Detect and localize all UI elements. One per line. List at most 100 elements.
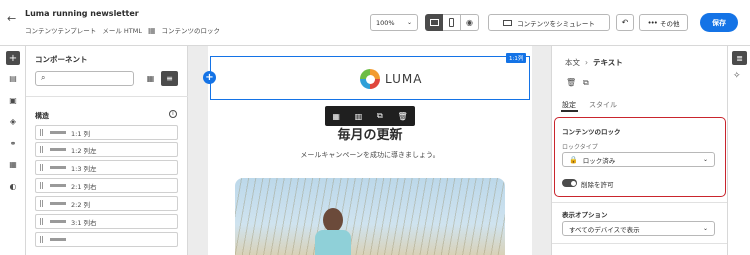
structure-item-2-1-right[interactable]: 2:1 列右 xyxy=(35,178,178,193)
page-title: Luma running newsletter xyxy=(25,9,139,18)
display-options-title: 表示オプション xyxy=(562,211,608,219)
tab-style[interactable]: スタイル xyxy=(589,100,617,110)
hero-grass xyxy=(235,178,505,255)
desktop-view-button[interactable] xyxy=(425,14,443,31)
layers-icon[interactable]: ◈ xyxy=(6,114,20,128)
undo-icon: ↶ xyxy=(621,18,629,27)
luma-logo-text: LUMA xyxy=(385,72,423,86)
back-arrow-icon[interactable]: ← xyxy=(7,12,16,25)
toggle-knob xyxy=(571,180,576,186)
add-component-button[interactable]: + xyxy=(6,51,20,65)
simulate-content-button[interactable]: コンテンツをシミュレート xyxy=(488,14,610,31)
lock-type-select[interactable]: 🔒 ロック済み ⌄ xyxy=(562,152,715,167)
allow-delete-label: 削除を許可 xyxy=(581,181,614,189)
divider xyxy=(552,202,728,203)
structure-section-title: 構造 xyxy=(35,112,49,120)
fragments-icon[interactable]: ▤ xyxy=(6,71,20,85)
left-rail: + ▤ ▣ ◈ ⚭ ▦ ◐ xyxy=(0,46,26,255)
display-options-value: すべてのデバイスで表示 xyxy=(569,225,640,234)
lock-type-value: ロック済み xyxy=(582,156,616,165)
hero-person-head xyxy=(323,208,343,232)
personalization-icon[interactable]: ▦ xyxy=(6,157,20,171)
template-label: コンテンツテンプレート xyxy=(25,27,97,35)
header-subline: コンテンツテンプレート メール HTML ▦ コンテンツのロック xyxy=(25,25,220,36)
undo-button[interactable]: ↶ xyxy=(616,14,634,31)
structure-item-1-3-left[interactable]: 1:3 列左 xyxy=(35,160,178,175)
allow-delete-toggle[interactable] xyxy=(562,179,577,187)
simulate-label: コンテンツをシミュレート xyxy=(517,19,595,28)
luma-logo: LUMA xyxy=(360,68,440,90)
magic-wand-icon[interactable]: ✧ xyxy=(733,71,741,81)
more-label: その他 xyxy=(659,19,680,28)
components-title: コンポーネント xyxy=(35,55,88,64)
properties-panel: 本文 › テキスト 🗑 ⧉ 設定 スタイル コンテンツのロック ロックタイプ 🔒… xyxy=(551,46,728,255)
components-panel: コンポーネント ⌕ ▦ ≡ 構造 i 1:1 列 1:2 列左 1:3 列左 2… xyxy=(26,46,188,255)
structure-preview-icon xyxy=(50,148,66,151)
structure-item-label: 3:1 列右 xyxy=(71,218,97,227)
columns-icon[interactable]: ▥ xyxy=(355,112,363,121)
link-icon[interactable]: ⚭ xyxy=(6,136,20,150)
lock-structure-icon: ▦ xyxy=(147,25,156,35)
divider xyxy=(552,243,728,244)
trash-icon[interactable]: 🗑 xyxy=(566,78,576,87)
breadcrumb-current: テキスト xyxy=(593,58,623,67)
mode-label: メール HTML xyxy=(102,27,142,35)
structure-preview-icon xyxy=(50,202,66,205)
chevron-down-icon: ⌄ xyxy=(702,225,708,232)
device-toggle-group: ◉ xyxy=(425,14,479,31)
select-parent-icon[interactable]: ▦ xyxy=(332,112,340,121)
conditional-content-icon[interactable]: ◐ xyxy=(6,179,20,193)
delete-icon[interactable]: 🗑 xyxy=(397,112,407,121)
email-headline[interactable]: 毎月の更新 xyxy=(208,124,532,143)
drag-handle-icon xyxy=(40,200,43,207)
more-button[interactable]: ••• その他 xyxy=(639,14,688,31)
drag-handle-icon xyxy=(40,182,43,189)
lock-type-label: ロックタイプ xyxy=(562,144,598,151)
chevron-down-icon: ⌄ xyxy=(406,19,412,26)
drag-handle-icon xyxy=(40,236,43,243)
lock-icon: 🔒 xyxy=(569,155,578,164)
drag-handle-icon xyxy=(40,218,43,225)
mobile-view-button[interactable] xyxy=(443,14,461,31)
properties-toggle-button[interactable]: ≣ xyxy=(732,51,747,65)
zoom-select[interactable]: 100% ⌄ xyxy=(370,14,418,31)
list-view-button[interactable]: ≡ xyxy=(161,71,178,86)
component-toolbar: ▦ ▥ ⧉ 🗑 xyxy=(325,106,415,126)
row-tag: 1:1列 xyxy=(506,53,527,63)
hero-person-body xyxy=(315,230,351,255)
hero-image[interactable] xyxy=(235,178,505,255)
component-search-input[interactable]: ⌕ xyxy=(35,71,134,86)
structure-preview-icon xyxy=(50,238,66,241)
preview-button[interactable]: ◉ xyxy=(461,14,479,31)
structure-item-2-2[interactable]: 2:2 列 xyxy=(35,196,178,211)
assets-icon[interactable]: ▣ xyxy=(6,93,20,107)
eye-icon: ◉ xyxy=(466,18,473,27)
email-subtext[interactable]: メールキャンペーンを成功に導きましょう。 xyxy=(208,150,532,160)
structure-item-label: 1:3 列左 xyxy=(71,164,97,173)
structure-item-1-1[interactable]: 1:1 列 xyxy=(35,125,178,140)
tab-settings-underline xyxy=(561,110,578,112)
right-rail: ≣ ✧ xyxy=(727,46,750,255)
breadcrumb-body[interactable]: 本文 xyxy=(565,57,580,68)
save-button[interactable]: 保存 xyxy=(700,13,738,32)
structure-item-3-1-right[interactable]: 3:1 列右 xyxy=(35,214,178,229)
simulate-icon xyxy=(503,19,513,26)
structure-item-label: 2:2 列 xyxy=(71,200,91,209)
structure-item-1-2-left[interactable]: 1:2 列左 xyxy=(35,142,178,157)
info-icon: i xyxy=(169,110,177,118)
structure-preview-icon xyxy=(50,131,66,134)
structure-item-partial[interactable] xyxy=(35,232,178,247)
duplicate-icon[interactable]: ⧉ xyxy=(583,78,589,88)
drag-handle-icon xyxy=(40,129,43,136)
save-label: 保存 xyxy=(712,18,726,27)
search-icon: ⌕ xyxy=(41,73,46,82)
structure-preview-icon xyxy=(50,166,66,169)
drag-handle-icon xyxy=(40,164,43,171)
duplicate-icon[interactable]: ⧉ xyxy=(377,111,383,121)
tab-settings[interactable]: 設定 xyxy=(562,100,576,110)
display-options-select[interactable]: すべてのデバイスで表示 ⌄ xyxy=(562,221,715,236)
mobile-icon xyxy=(449,18,454,27)
add-row-button[interactable]: + xyxy=(203,71,216,84)
grid-view-button[interactable]: ▦ xyxy=(143,71,158,86)
structure-preview-icon xyxy=(50,220,66,223)
